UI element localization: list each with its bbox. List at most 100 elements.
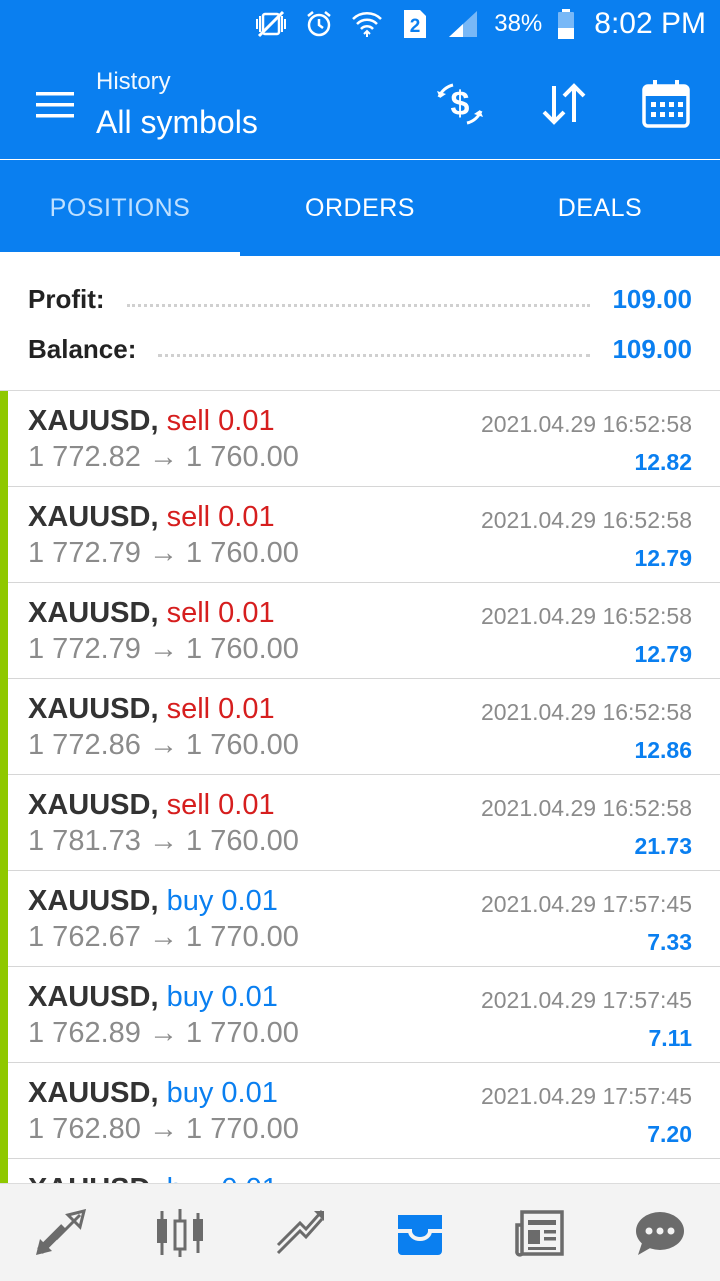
arrow-right-icon: → — [140, 633, 187, 665]
position-row[interactable]: XAUUSD, sell 0.01 1 772.79 → 1 760.00 2021… — [8, 583, 720, 679]
open-price: 1 762.89 — [28, 1017, 141, 1049]
summary-panel: Profit: 109.00 Balance: 109.00 — [0, 256, 720, 391]
position-profit: 12.82 — [634, 449, 692, 475]
trade-side: sell — [166, 405, 211, 437]
nav-chart[interactable] — [120, 1184, 240, 1281]
dotted-leader — [126, 303, 591, 307]
price-change: 1 772.79 → 1 760.00 — [28, 633, 299, 666]
position-row[interactable]: XAUUSD, buy 0.01 1 762.80 → 1 770.00 2021.… — [8, 1063, 720, 1159]
trade-side: sell — [166, 501, 211, 533]
battery-percent: 38% — [494, 10, 543, 37]
position-row[interactable]: XAUUSD, sell 0.01 1 781.73 → 1 760.00 2021… — [8, 775, 720, 871]
close-price: 1 770.00 — [186, 1017, 299, 1049]
tab-positions[interactable]: POSITIONS — [0, 160, 240, 256]
trade-side: buy — [167, 1173, 214, 1183]
symbol-filter[interactable]: All symbols — [96, 104, 258, 141]
close-price: 1 760.00 — [186, 633, 299, 665]
position-row[interactable]: XAUUSD, buy 0.01 1 762.89 → 1 770.00 2021.… — [8, 967, 720, 1063]
wifi-icon — [350, 7, 384, 41]
tab-deals[interactable]: DEALS — [480, 160, 720, 256]
history-icon — [398, 1214, 442, 1255]
position-time: 2021.04.29 16:52:58 — [480, 603, 692, 629]
position-time: 2021.04.29 17:57:45 — [480, 987, 692, 1013]
arrow-right-icon: → — [140, 441, 187, 473]
balance-label: Balance: — [28, 333, 137, 364]
trade-side: buy — [166, 885, 214, 917]
chart-icon — [157, 1208, 203, 1257]
open-price: 1 772.86 — [28, 729, 141, 761]
position-row[interactable]: XAUUSD, sell 0.01 1 772.82 → 1 760.00 2021… — [8, 391, 720, 487]
position-profit: 12.79 — [634, 545, 692, 571]
bottom-nav — [0, 1183, 720, 1281]
battery-icon — [556, 7, 576, 41]
dotted-leader — [158, 353, 591, 357]
position-row[interactable]: XAUUSD, buy 0.01 — [8, 1159, 720, 1183]
position-symbol: XAUUSD, buy 0.01 — [28, 1173, 278, 1183]
price-change: 1 781.73 → 1 760.00 — [28, 825, 299, 858]
close-price: 1 760.00 — [186, 537, 299, 569]
status-icons: 2 38% 8:02 PM — [254, 0, 706, 48]
trade-volume: 0.01 — [218, 789, 275, 821]
open-price: 1 762.80 — [28, 1113, 141, 1145]
nav-history[interactable] — [360, 1184, 480, 1281]
position-profit: 12.79 — [634, 641, 692, 667]
trade-volume: 0.01 — [218, 597, 275, 629]
trade-volume: 0.01 — [221, 885, 278, 917]
open-price: 1 781.73 — [28, 825, 141, 857]
chat-icon — [636, 1211, 684, 1255]
price-change: 1 772.86 → 1 760.00 — [28, 729, 299, 762]
app-bar: History All symbols $ — [0, 48, 720, 159]
position-row[interactable]: XAUUSD, sell 0.01 1 772.86 → 1 760.00 2021… — [8, 679, 720, 775]
sort-button[interactable] — [536, 76, 592, 132]
arrow-right-icon: → — [140, 537, 187, 569]
trade-icon — [276, 1209, 324, 1254]
currency-exchange-button[interactable]: $ — [432, 76, 488, 132]
price-change: 1 772.79 → 1 760.00 — [28, 537, 299, 570]
page-subtitle: History — [96, 68, 171, 95]
position-profit: 7.20 — [647, 1121, 692, 1147]
position-time: 2021.04.29 16:52:58 — [480, 699, 692, 725]
nav-trade[interactable] — [240, 1184, 360, 1281]
trade-side: sell — [166, 597, 211, 629]
position-symbol: XAUUSD, sell 0.01 — [28, 405, 275, 438]
price-change: 1 762.89 → 1 770.00 — [28, 1017, 299, 1050]
nav-quotes[interactable] — [0, 1184, 120, 1281]
open-price: 1 772.82 — [28, 441, 141, 473]
arrow-right-icon: → — [140, 1017, 187, 1049]
close-price: 1 770.00 — [186, 921, 299, 953]
position-profit: 7.33 — [647, 929, 692, 955]
profit-label: Profit: — [28, 283, 105, 314]
open-price: 1 762.67 — [28, 921, 141, 953]
position-symbol: XAUUSD, sell 0.01 — [28, 501, 275, 534]
arrow-right-icon: → — [140, 729, 187, 761]
nav-chat[interactable] — [600, 1184, 720, 1281]
position-row[interactable]: XAUUSD, sell 0.01 1 772.79 → 1 760.00 2021… — [8, 487, 720, 583]
positions-list[interactable]: XAUUSD, sell 0.01 1 772.82 → 1 760.00 2021… — [0, 391, 720, 1183]
open-price: 1 772.79 — [28, 537, 141, 569]
calendar-button[interactable] — [638, 76, 694, 132]
nav-news[interactable] — [480, 1184, 600, 1281]
news-icon — [515, 1209, 564, 1257]
position-time: 2021.04.29 16:52:58 — [480, 795, 692, 821]
signal-icon — [446, 7, 480, 41]
position-row[interactable]: XAUUSD, buy 0.01 1 762.67 → 1 770.00 2021.… — [8, 871, 720, 967]
symbol-name: XAUUSD, — [28, 789, 159, 821]
tab-bar: POSITIONS ORDERS DEALS — [0, 160, 720, 256]
symbol-name: XAUUSD, — [28, 885, 159, 917]
arrow-right-icon: → — [140, 825, 187, 857]
symbol-name: XAUUSD, — [28, 1173, 159, 1183]
currency-exchange-icon: $ — [437, 83, 483, 125]
calendar-icon — [642, 80, 690, 128]
position-symbol: XAUUSD, sell 0.01 — [28, 597, 275, 630]
tab-orders[interactable]: ORDERS — [240, 160, 480, 256]
price-change: 1 762.80 → 1 770.00 — [28, 1113, 299, 1146]
trade-volume: 0.01 — [221, 981, 278, 1013]
profit-value: 109.00 — [612, 283, 692, 314]
menu-button[interactable] — [30, 80, 80, 130]
arrow-right-icon: → — [140, 1113, 187, 1145]
close-price: 1 760.00 — [186, 441, 299, 473]
position-profit: 7.11 — [648, 1025, 693, 1051]
status-bar: 2 38% 8:02 PM — [0, 0, 720, 48]
trade-volume: 0.01 — [218, 693, 275, 725]
trade-side: buy — [166, 981, 214, 1013]
